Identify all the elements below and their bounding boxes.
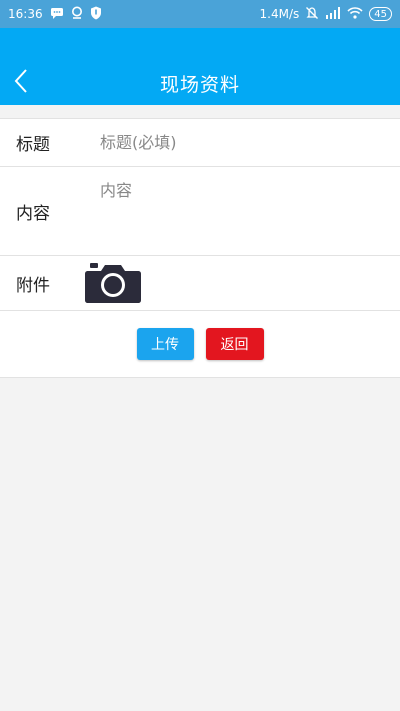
wifi-icon [347,6,363,22]
title-input[interactable] [100,119,360,166]
message-icon [50,7,64,22]
status-bar: 16:36 1.4M/s 45 [0,0,400,28]
upload-button[interactable]: 上传 [136,328,194,360]
content-label: 内容 [16,203,50,224]
attachment-row: 附件 [0,256,400,311]
shield-icon [90,6,102,23]
app-header: 现场资料 [0,28,400,105]
battery-indicator: 45 [369,7,392,21]
page-title: 现场资料 [159,74,240,96]
title-label: 标题 [16,135,50,155]
location-icon [71,6,83,23]
back-button[interactable]: 返回 [205,328,264,360]
camera-icon[interactable] [84,262,142,304]
action-buttons: 上传 返回 [0,311,400,378]
mute-icon [305,6,319,23]
content-row: 内容 [0,167,400,256]
signal-icon [325,6,341,22]
title-row: 标题 [0,119,400,167]
form-container: 标题 内容 附件 上传 返回 [0,118,400,378]
status-time: 16:36 [8,7,43,21]
content-textarea[interactable] [100,167,370,247]
network-speed: 1.4M/s [259,7,300,21]
